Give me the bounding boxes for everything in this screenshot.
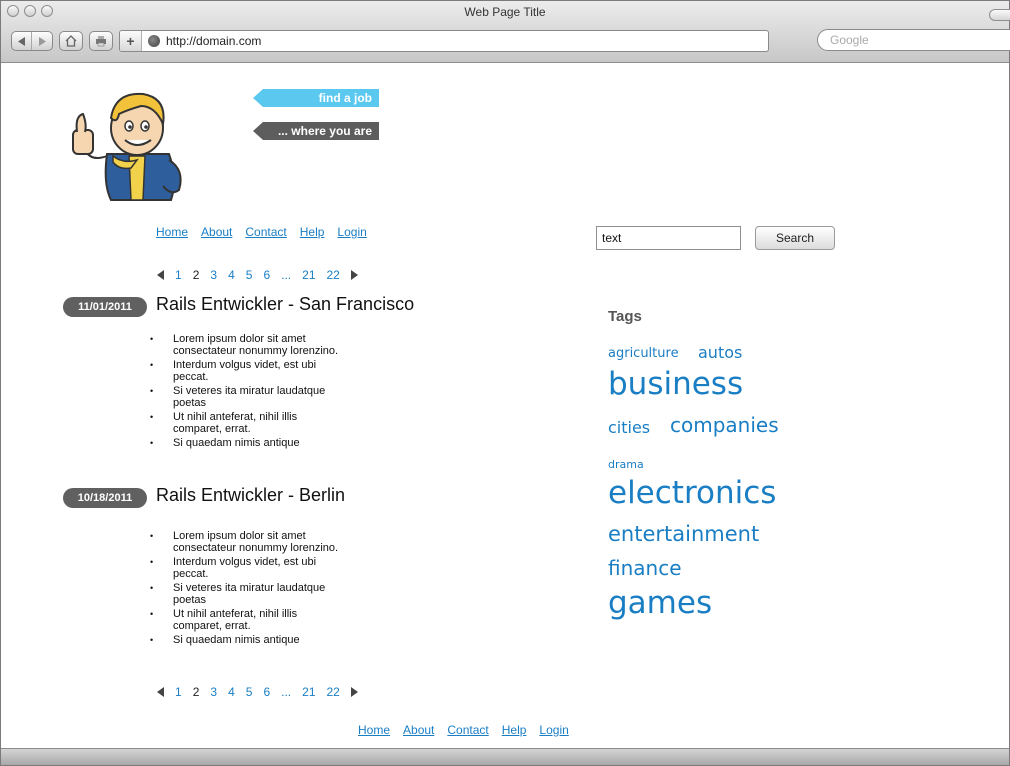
page-link[interactable]: 4 xyxy=(228,685,235,699)
page-link[interactable]: 3 xyxy=(210,685,217,699)
browser-search-field[interactable]: Google xyxy=(817,29,1010,51)
page-link[interactable]: 3 xyxy=(210,268,217,282)
home-icon xyxy=(65,35,77,47)
job-title[interactable]: Rails Entwickler - Berlin xyxy=(156,485,345,506)
tag-games[interactable]: games xyxy=(608,585,712,621)
tagline-where-you-are: ... where you are xyxy=(253,122,379,140)
tag-cities[interactable]: cities xyxy=(608,418,650,437)
browser-window: Web Page Title + http://domain.com Googl… xyxy=(0,0,1010,766)
main-nav: Home About Contact Help Login xyxy=(156,225,367,239)
footer-nav: Home About Contact Help Login xyxy=(358,723,569,737)
date-badge: 10/18/2011 xyxy=(63,488,147,508)
forward-arrow-icon xyxy=(39,36,46,46)
footer-about-link[interactable]: About xyxy=(403,723,434,737)
globe-icon xyxy=(148,35,160,47)
nav-help-link[interactable]: Help xyxy=(300,225,325,239)
tag-business[interactable]: business xyxy=(608,366,743,402)
nav-home-link[interactable]: Home xyxy=(156,225,188,239)
page-link-current: 2 xyxy=(192,685,200,699)
pagination-top: 1 2 3 4 5 6 ... 21 22 xyxy=(157,268,358,282)
page-link[interactable]: 6 xyxy=(263,685,270,699)
page-link[interactable]: 22 xyxy=(327,685,340,699)
address-bar[interactable]: + http://domain.com xyxy=(119,30,769,52)
search-button[interactable]: Search xyxy=(755,226,835,250)
footer-help-link[interactable]: Help xyxy=(502,723,527,737)
list-item: Si quaedam nimis antique xyxy=(150,437,348,449)
tag-companies[interactable]: companies xyxy=(670,413,779,437)
list-item: Si veteres ita miratur laudatque poetas xyxy=(150,385,348,409)
window-title: Web Page Title xyxy=(464,5,546,19)
previous-page-icon[interactable] xyxy=(157,687,164,697)
back-button[interactable] xyxy=(12,32,32,50)
forward-button[interactable] xyxy=(32,32,52,50)
page-link[interactable]: 1 xyxy=(175,268,182,282)
list-item: Lorem ipsum dolor sit amet consectateur … xyxy=(150,333,348,357)
page-link[interactable]: 5 xyxy=(246,268,253,282)
footer-contact-link[interactable]: Contact xyxy=(447,723,488,737)
footer-login-link[interactable]: Login xyxy=(539,723,568,737)
list-item: Ut nihil anteferat, nihil illis comparet… xyxy=(150,411,348,435)
tagline-find-a-job: find a job xyxy=(253,89,379,107)
date-badge: 11/01/2011 xyxy=(63,297,147,317)
next-page-icon[interactable] xyxy=(350,687,358,697)
tag-electronics[interactable]: electronics xyxy=(608,475,776,511)
back-arrow-icon xyxy=(17,36,25,46)
add-bookmark-button[interactable]: + xyxy=(120,31,142,51)
browser-toolbar: + http://domain.com Google xyxy=(11,28,1010,54)
web-page: find a job ... where you are Home About … xyxy=(1,64,1009,748)
mascot-logo xyxy=(72,92,182,201)
nav-about-link[interactable]: About xyxy=(201,225,232,239)
print-button[interactable] xyxy=(89,31,113,51)
nav-login-link[interactable]: Login xyxy=(337,225,366,239)
url-text[interactable]: http://domain.com xyxy=(166,34,261,48)
list-item: Si veteres ita miratur laudatque poetas xyxy=(150,582,348,606)
page-link[interactable]: 5 xyxy=(246,685,253,699)
tag-entertainment[interactable]: entertainment xyxy=(608,522,759,546)
tag-drama[interactable]: drama xyxy=(608,458,644,471)
search-input[interactable]: text xyxy=(596,226,741,250)
page-link[interactable]: 4 xyxy=(228,268,235,282)
page-ellipsis: ... xyxy=(281,685,292,699)
previous-page-icon[interactable] xyxy=(157,270,164,280)
nav-contact-link[interactable]: Contact xyxy=(245,225,286,239)
job-title[interactable]: Rails Entwickler - San Francisco xyxy=(156,294,414,315)
tag-autos[interactable]: autos xyxy=(698,343,742,362)
toolbar-toggle-button[interactable] xyxy=(989,9,1010,21)
page-link[interactable]: 22 xyxy=(327,268,340,282)
status-bar xyxy=(1,748,1009,765)
next-page-icon[interactable] xyxy=(350,270,358,280)
list-item: Si quaedam nimis antique xyxy=(150,634,348,646)
page-link[interactable]: 6 xyxy=(263,268,270,282)
list-item: Interdum volgus videt, est ubi peccat. xyxy=(150,556,348,580)
list-item: Ut nihil anteferat, nihil illis comparet… xyxy=(150,608,348,632)
home-button[interactable] xyxy=(59,31,83,51)
job-description-list: Lorem ipsum dolor sit amet consectateur … xyxy=(150,333,348,451)
browser-titlebar: Web Page Title + http://domain.com Googl… xyxy=(1,1,1010,63)
list-item: Interdum volgus videt, est ubi peccat. xyxy=(150,359,348,383)
printer-icon xyxy=(96,36,106,47)
page-link[interactable]: 21 xyxy=(302,685,315,699)
tags-heading: Tags xyxy=(608,308,642,325)
page-link[interactable]: 1 xyxy=(175,685,182,699)
footer-home-link[interactable]: Home xyxy=(358,723,390,737)
pagination-bottom: 1 2 3 4 5 6 ... 21 22 xyxy=(157,685,358,699)
history-buttons xyxy=(11,31,53,51)
tag-finance[interactable]: finance xyxy=(608,556,682,580)
job-description-list: Lorem ipsum dolor sit amet consectateur … xyxy=(150,530,348,648)
list-item: Lorem ipsum dolor sit amet consectateur … xyxy=(150,530,348,554)
tag-agriculture[interactable]: agriculture xyxy=(608,346,679,361)
page-link[interactable]: 21 xyxy=(302,268,315,282)
page-link-current: 2 xyxy=(192,268,200,282)
page-ellipsis: ... xyxy=(281,268,292,282)
